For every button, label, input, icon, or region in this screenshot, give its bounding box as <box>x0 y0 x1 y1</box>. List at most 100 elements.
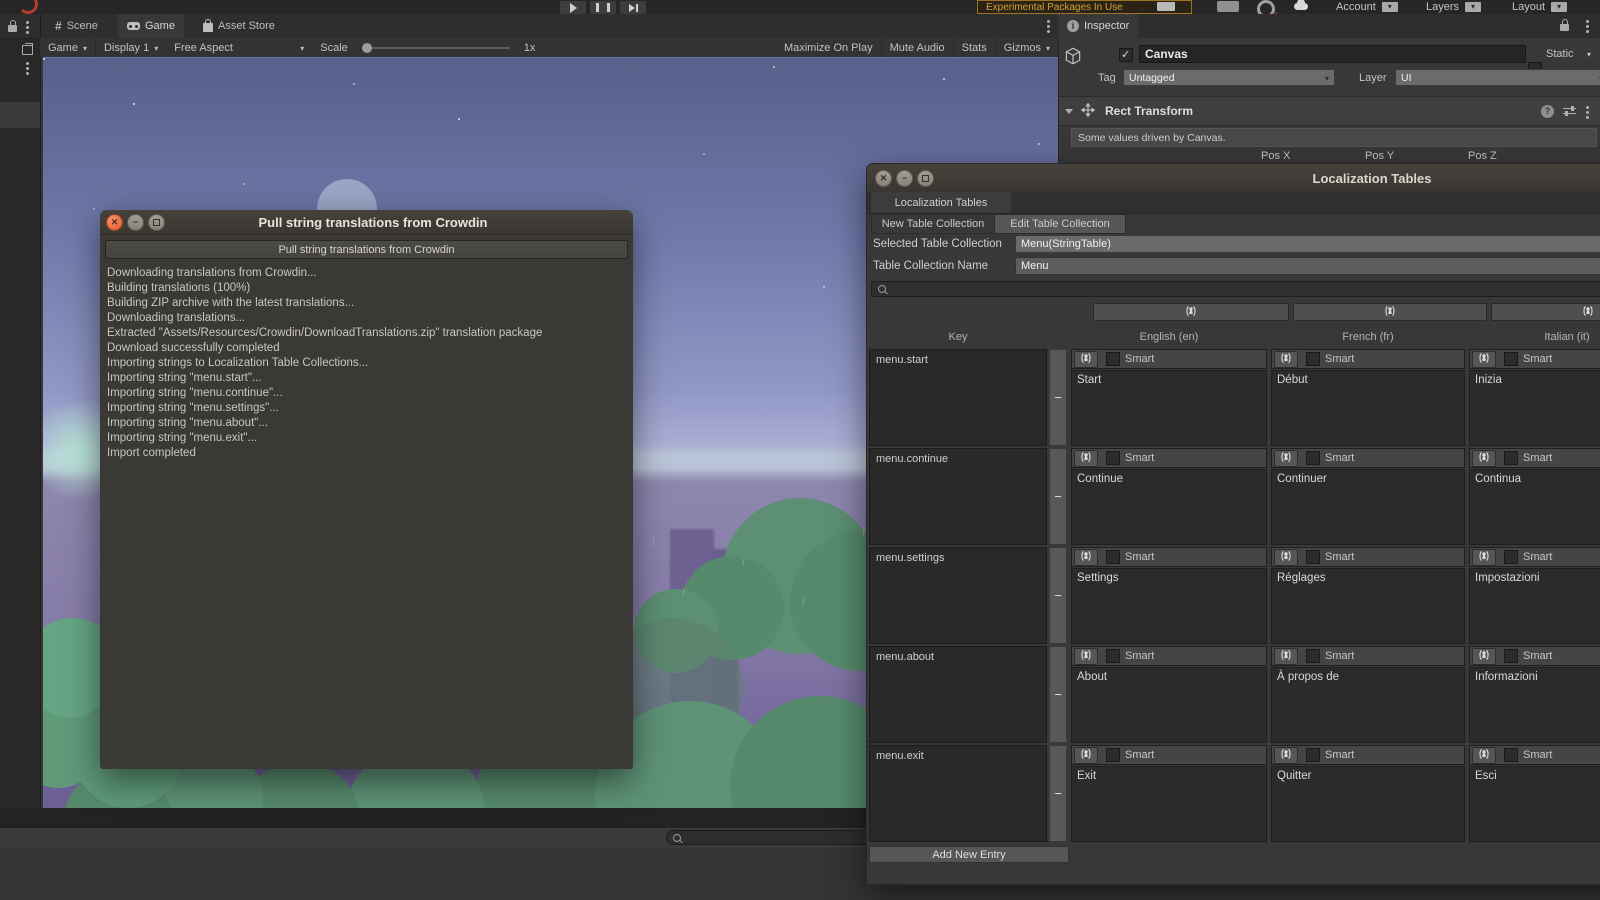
translation-text-field[interactable]: Inizia <box>1469 370 1600 446</box>
active-checkbox[interactable] <box>1119 48 1133 62</box>
kebab-menu-icon[interactable] <box>26 21 29 24</box>
metadata-button[interactable] <box>1074 449 1098 467</box>
scale-slider-knob[interactable] <box>361 42 372 53</box>
layers-dropdown[interactable]: Layers <box>1426 0 1482 13</box>
tab-game[interactable]: Game <box>118 14 184 38</box>
metadata-button[interactable] <box>1274 548 1298 566</box>
smart-checkbox[interactable] <box>1306 451 1320 465</box>
column-gizmo-button[interactable] <box>1293 303 1487 321</box>
metadata-button[interactable] <box>1472 746 1496 764</box>
remove-entry-button[interactable]: − <box>1049 349 1067 446</box>
metadata-button[interactable] <box>1274 647 1298 665</box>
smart-checkbox[interactable] <box>1106 649 1120 663</box>
smart-checkbox[interactable] <box>1306 550 1320 564</box>
translation-text-field[interactable]: Impostazioni <box>1469 568 1600 644</box>
cloud-icon[interactable] <box>1294 0 1308 10</box>
metadata-button[interactable] <box>1472 449 1496 467</box>
static-dropdown-icon[interactable] <box>1587 48 1591 60</box>
translation-text-field[interactable]: Esci <box>1469 766 1600 842</box>
translation-text-field[interactable]: Settings <box>1071 568 1267 644</box>
english-column-header[interactable]: English (en) <box>1071 331 1267 343</box>
selected-collection-dropdown[interactable]: Menu(StringTable) <box>1015 235 1600 253</box>
lock-icon[interactable] <box>8 20 17 32</box>
metadata-button[interactable] <box>1274 746 1298 764</box>
column-gizmo-button[interactable] <box>1491 303 1600 321</box>
maximize-icon[interactable] <box>917 169 934 187</box>
translation-text-field[interactable]: Début <box>1271 370 1465 446</box>
kebab-menu-icon[interactable] <box>26 62 29 65</box>
help-icon[interactable]: ? <box>1541 104 1554 118</box>
selected-item-band[interactable] <box>0 102 40 128</box>
search-input[interactable] <box>666 830 886 845</box>
metadata-button[interactable] <box>1074 746 1098 764</box>
metadata-button[interactable] <box>1074 350 1098 368</box>
experimental-badge-button[interactable] <box>1157 2 1175 11</box>
close-icon[interactable]: ✕ <box>106 213 123 231</box>
smart-checkbox[interactable] <box>1504 451 1518 465</box>
smart-checkbox[interactable] <box>1106 352 1120 366</box>
key-cell[interactable]: menu.exit <box>869 745 1047 842</box>
edit-table-collection-button[interactable]: Edit Table Collection <box>994 214 1126 234</box>
aspect-dropdown[interactable]: Free Aspect <box>166 38 312 57</box>
smart-checkbox[interactable] <box>1306 649 1320 663</box>
smart-checkbox[interactable] <box>1106 451 1120 465</box>
translation-text-field[interactable]: Exit <box>1071 766 1267 842</box>
metadata-button[interactable] <box>1472 548 1496 566</box>
translation-text-field[interactable]: Continuer <box>1271 469 1465 545</box>
key-cell[interactable]: menu.about <box>869 646 1047 743</box>
metadata-button[interactable] <box>1472 350 1496 368</box>
component-menu-icon[interactable] <box>1586 105 1589 109</box>
display-dropdown[interactable]: Display 1 <box>96 38 166 57</box>
french-column-header[interactable]: French (fr) <box>1271 331 1465 343</box>
crowdin-titlebar[interactable]: ✕ − Pull string translations from Crowdi… <box>100 210 633 235</box>
key-cell[interactable]: menu.continue <box>869 448 1047 545</box>
key-cell[interactable]: menu.start <box>869 349 1047 446</box>
key-column-header[interactable]: Key <box>869 331 1047 343</box>
play-button[interactable] <box>560 1 586 14</box>
inspector-lock-icon[interactable] <box>1560 19 1569 31</box>
smart-checkbox[interactable] <box>1504 748 1518 762</box>
tab-asset-store[interactable]: Asset Store <box>194 14 284 38</box>
translation-text-field[interactable]: Start <box>1071 370 1267 446</box>
pull-translations-button[interactable]: Pull string translations from Crowdin <box>105 240 628 259</box>
translation-text-field[interactable]: Réglages <box>1271 568 1465 644</box>
collab-sync-icon[interactable] <box>18 0 38 14</box>
smart-checkbox[interactable] <box>1504 352 1518 366</box>
account-dropdown[interactable]: Account <box>1336 0 1398 13</box>
foldout-icon[interactable] <box>1065 108 1073 114</box>
step-button[interactable] <box>620 1 646 14</box>
metadata-button[interactable] <box>1074 647 1098 665</box>
tab-localization-tables[interactable]: Localization Tables <box>871 192 1011 213</box>
smart-checkbox[interactable] <box>1504 550 1518 564</box>
metadata-button[interactable] <box>1472 647 1496 665</box>
object-name-field[interactable]: Canvas <box>1139 45 1526 63</box>
remove-entry-button[interactable]: − <box>1049 448 1067 545</box>
game-panel-menu-icon[interactable] <box>1047 20 1050 23</box>
gizmos-dropdown[interactable]: Gizmos <box>996 38 1058 57</box>
rect-transform-header[interactable]: Rect Transform ? <box>1059 96 1600 126</box>
translation-text-field[interactable]: Continue <box>1071 469 1267 545</box>
remove-entry-button[interactable]: − <box>1049 547 1067 644</box>
smart-checkbox[interactable] <box>1106 748 1120 762</box>
remove-entry-button[interactable]: − <box>1049 646 1067 743</box>
localization-titlebar[interactable]: Localization Tables ✕ − <box>867 164 1600 193</box>
close-icon[interactable]: ✕ <box>875 169 892 187</box>
tag-dropdown[interactable]: Untagged <box>1123 69 1335 86</box>
maximize-on-play-button[interactable]: Maximize On Play <box>776 38 881 57</box>
key-cell[interactable]: menu.settings <box>869 547 1047 644</box>
tab-inspector[interactable]: i Inspector <box>1058 14 1139 38</box>
pause-button[interactable] <box>590 1 616 14</box>
smart-checkbox[interactable] <box>1306 748 1320 762</box>
metadata-button[interactable] <box>1074 548 1098 566</box>
translation-text-field[interactable]: À propos de <box>1271 667 1465 743</box>
tab-scene[interactable]: # Scene <box>46 14 107 38</box>
scale-slider[interactable] <box>361 42 510 53</box>
metadata-button[interactable] <box>1274 350 1298 368</box>
smart-checkbox[interactable] <box>1306 352 1320 366</box>
translation-text-field[interactable]: About <box>1071 667 1267 743</box>
translation-text-field[interactable]: Quitter <box>1271 766 1465 842</box>
column-gizmo-button[interactable] <box>1093 303 1289 321</box>
mute-audio-button[interactable]: Mute Audio <box>882 38 953 57</box>
translation-text-field[interactable]: Informazioni <box>1469 667 1600 743</box>
display-target-dropdown[interactable]: Game <box>40 38 95 57</box>
